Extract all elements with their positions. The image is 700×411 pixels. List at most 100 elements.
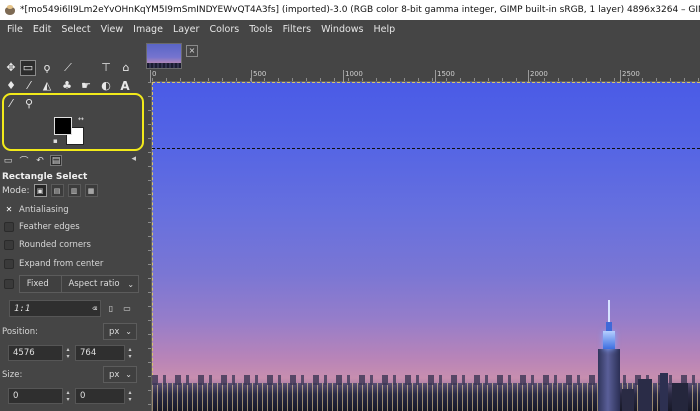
fixed-label: Fixed [18,275,62,293]
menu-image[interactable]: Image [128,20,168,40]
clear-field-icon[interactable]: ⌫ [92,304,97,313]
menu-view[interactable]: View [96,20,129,40]
menu-windows[interactable]: Windows [316,20,368,40]
ruler-tick-label: 1500 [435,70,455,82]
mode-subtract-button[interactable]: ▥ [67,184,81,197]
rectangle-select-tool-icon[interactable]: ▭ [20,60,36,76]
device-status-tab-icon[interactable]: ⌒ [18,155,30,167]
swap-colors-icon[interactable]: ↔ [78,115,84,123]
rounded-corners-option[interactable]: Rounded corners [4,240,91,250]
antialiasing-checkbox[interactable]: ✕ [4,205,14,215]
fixed-checkbox[interactable] [4,279,14,289]
menu-file[interactable]: File [2,20,28,40]
expand-from-center-option[interactable]: Expand from center [4,259,103,269]
position-unit-select[interactable]: px ⌄ [103,323,137,340]
building [660,373,668,411]
undo-history-tab-icon[interactable]: ↶ [34,155,46,166]
portrait-icon[interactable]: ▯ [105,303,117,315]
dock-menu-icon[interactable]: ◂ [131,154,136,164]
foreground-color-swatch[interactable] [54,117,72,135]
antialiasing-label: Antialiasing [19,205,69,215]
chevron-down-icon: ⌄ [125,370,132,379]
warp-transform-tool-icon[interactable]: ⌂ [118,60,134,76]
ratio-row: 1:1 ⌫ ▯ ▭ [9,300,139,317]
empire-state-top [606,322,612,331]
chevron-down-icon: ⌄ [127,279,135,289]
paintbrush-tool-icon[interactable]: ⁄ [21,78,37,94]
fixed-row: Fixed Aspect ratio ⌄ [4,275,140,293]
smudge-tool-icon[interactable]: ☛ [78,78,94,94]
menu-select[interactable]: Select [56,20,95,40]
rounded-corners-label: Rounded corners [19,240,91,250]
feather-edges-option[interactable]: Feather edges [4,222,80,232]
tool-options-tab-icon[interactable]: ▭ [2,155,14,166]
ruler-tick-label: 2000 [528,70,548,82]
building [672,383,688,411]
menu-layer[interactable]: Layer [168,20,205,40]
mode-replace-button[interactable]: ▣ [33,184,47,197]
zoom-tool-icon[interactable]: ⚲ [21,96,37,112]
menubar: File Edit Select View Image Layer Colors… [0,20,700,40]
menu-colors[interactable]: Colors [204,20,244,40]
ruler-left-ticks [148,82,151,411]
move-tool-icon[interactable]: ✥ [3,60,19,76]
position-y-spinner[interactable]: ▴ ▾ [125,345,135,361]
free-select-tool-icon[interactable]: ϙ [39,60,55,76]
ruler-tick-label: 2500 [620,70,640,82]
fg-bg-colors: ↔ ▪ [53,115,88,147]
text-tool-icon[interactable]: A [117,78,133,94]
clone-tool-icon[interactable]: ♣ [59,78,75,94]
eraser-tool-icon[interactable]: ◭ [39,78,55,94]
dock-tabs: ▭ ⌒ ↶ ▤ ◂ [0,153,145,168]
antialiasing-option[interactable]: ✕ Antialiasing [4,205,69,215]
mode-row: Mode: ▣ ▤ ▥ ▦ [2,184,98,197]
building [638,379,652,411]
image-thumbnail-tab[interactable] [146,43,182,69]
aspect-ratio-value: 1:1 [14,303,31,314]
fixed-mode-value: Aspect ratio [68,279,120,289]
menu-filters[interactable]: Filters [278,20,316,40]
fixed-mode-select[interactable]: Aspect ratio ⌄ [61,275,140,293]
landscape-icon[interactable]: ▭ [121,303,133,315]
mode-intersect-button[interactable]: ▦ [84,184,98,197]
dodge-burn-tool-icon[interactable]: ◐ [98,78,114,94]
left-dock: ✥ ▭ ϙ ⟋ ⊤ ⌂ ♦ ⁄ ◭ ♣ ☛ ◐ A ⁄ ⚲ ↔ ▪ ▭ ⌒ ↶ … [0,40,145,411]
size-h-input[interactable]: 0 [75,388,125,404]
aspect-ratio-input[interactable]: 1:1 ⌫ [9,300,101,317]
ruler-tick-label: 1000 [343,70,363,82]
rounded-corners-checkbox[interactable] [4,240,14,250]
size-h-spinner[interactable]: ▴ ▾ [125,388,135,404]
fuzzy-select-tool-icon[interactable]: ⟋ [60,60,76,76]
position-x-input[interactable]: 4576 [8,345,63,361]
size-w-spinner[interactable]: ▴ ▾ [63,388,73,404]
color-picker-tool-icon[interactable]: ⁄ [3,96,19,112]
menu-help[interactable]: Help [369,20,401,40]
size-unit-select[interactable]: px ⌄ [103,366,137,383]
image-canvas[interactable] [152,82,700,411]
ruler-left[interactable] [145,82,152,411]
expand-from-center-checkbox[interactable] [4,259,14,269]
ruler-top-ticks [152,78,700,81]
mode-add-button[interactable]: ▤ [50,184,64,197]
feather-edges-label: Feather edges [19,222,80,232]
crop-tool-icon[interactable]: ⊤ [98,60,114,76]
size-label: Size: [2,370,23,380]
size-unit-value: px [109,369,120,380]
ruler-top[interactable]: 0 500 1000 1500 2000 2500 [150,70,700,82]
close-icon[interactable]: × [186,45,198,57]
position-x-spinner[interactable]: ▴ ▾ [63,345,73,361]
menu-tools[interactable]: Tools [244,20,277,40]
ruler-tick-label: 0 [150,70,156,82]
size-w-input[interactable]: 0 [8,388,63,404]
empire-state-building [598,349,620,411]
canvas-top-edge [152,82,700,84]
position-y-input[interactable]: 764 [75,345,125,361]
reset-colors-icon[interactable]: ▪ [53,137,58,145]
bucket-fill-tool-icon[interactable]: ♦ [3,78,19,94]
images-tab-icon[interactable]: ▤ [50,155,62,166]
canvas-left-edge [152,82,154,411]
feather-edges-checkbox[interactable] [4,222,14,232]
empire-state-spire [608,300,610,322]
title-bar: *[mo549i6lI9Lm2eYvOHnKqYM5I9mSmINDYEWvQT… [0,0,700,20]
menu-edit[interactable]: Edit [28,20,56,40]
